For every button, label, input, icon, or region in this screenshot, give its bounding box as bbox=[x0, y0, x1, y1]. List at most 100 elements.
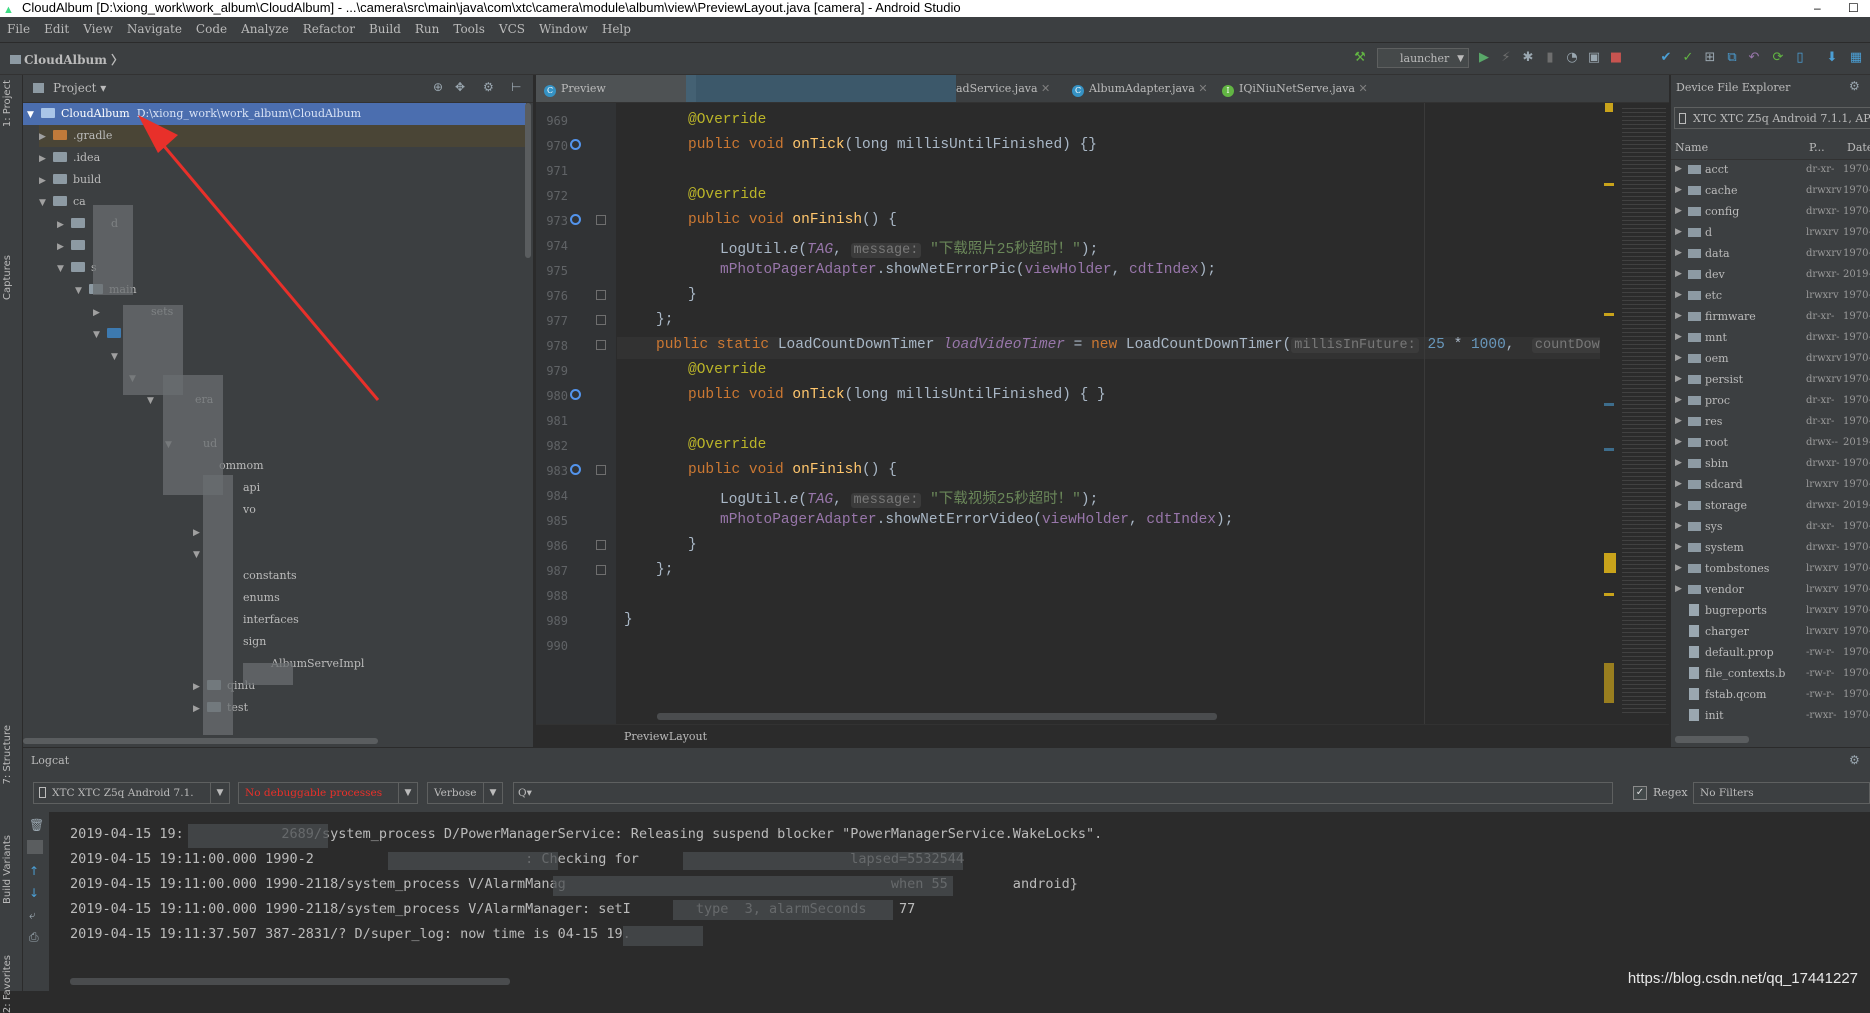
device-file-row[interactable]: ▶ dev drwxr- 2019- bbox=[1671, 264, 1870, 285]
tab-albumadapter[interactable]: C AlbumAdapter.java ✕ bbox=[1072, 75, 1208, 102]
code-editor[interactable]: @Override public void onTick(long millis… bbox=[617, 103, 1600, 724]
chevron-right-icon[interactable]: ▶ bbox=[1675, 201, 1682, 222]
fold-icon[interactable] bbox=[596, 290, 606, 300]
device-file-row[interactable]: ▶ system drwxr- 1970- bbox=[1671, 537, 1870, 558]
project-view-select[interactable]: Project ▾ bbox=[53, 81, 106, 95]
device-file-row[interactable]: ▶ acct dr-xr- 1970- bbox=[1671, 159, 1870, 180]
target-icon[interactable]: ⊕ bbox=[433, 80, 443, 94]
vcs-history-icon[interactable]: ⧉ bbox=[1724, 50, 1740, 66]
menu-run[interactable]: Run bbox=[408, 17, 447, 42]
attach-debugger-icon[interactable]: ▣ bbox=[1586, 50, 1602, 66]
menu-vcs[interactable]: VCS bbox=[492, 17, 532, 42]
chevron-right-icon[interactable]: ▶ bbox=[1675, 285, 1682, 306]
menu-file[interactable]: File bbox=[0, 17, 37, 42]
override-marker-icon[interactable] bbox=[570, 214, 581, 225]
horizontal-scrollbar[interactable] bbox=[1675, 736, 1749, 743]
tree-item[interactable]: ▶ .idea bbox=[39, 147, 100, 169]
menu-refactor[interactable]: Refactor bbox=[296, 17, 362, 42]
device-file-row[interactable]: ▶ vendor lrwxrv 1970- bbox=[1671, 579, 1870, 600]
chevron-right-icon[interactable]: ▶ bbox=[1675, 474, 1682, 495]
tab-captures[interactable]: Captures bbox=[2, 255, 13, 300]
tab-preview[interactable]: C Preview bbox=[536, 75, 696, 102]
tree-item[interactable]: constants bbox=[183, 565, 297, 587]
menu-code[interactable]: Code bbox=[189, 17, 234, 42]
vcs-compare-icon[interactable]: ⊞ bbox=[1702, 50, 1718, 66]
chevron-right-icon[interactable]: ▶ bbox=[1675, 369, 1682, 390]
device-file-row[interactable]: ▶ d lrwxrv 1970- bbox=[1671, 222, 1870, 243]
fold-icon[interactable] bbox=[596, 540, 606, 550]
breadcrumb[interactable]: CloudAlbum 〉 bbox=[10, 51, 123, 68]
override-marker-icon[interactable] bbox=[570, 464, 581, 475]
device-file-row[interactable]: ▶ res dr-xr- 1970- bbox=[1671, 411, 1870, 432]
menu-tools[interactable]: Tools bbox=[446, 17, 492, 42]
device-file-row[interactable]: bugreports lrwxrv 1970- bbox=[1671, 600, 1870, 621]
profile-icon[interactable]: ◔ bbox=[1564, 50, 1580, 66]
chevron-right-icon[interactable]: ▶ bbox=[1675, 306, 1682, 327]
debug-icon[interactable]: ✱ bbox=[1520, 50, 1536, 66]
device-file-row[interactable]: default.prop -rw-r- 1970- bbox=[1671, 642, 1870, 663]
build-hammer-icon[interactable]: ⚒ bbox=[1352, 50, 1368, 66]
run-configuration-select[interactable]: launcher ▼ bbox=[1377, 48, 1469, 68]
tab-iqiniunetserve[interactable]: I IQiNiuNetServe.java ✕ bbox=[1222, 75, 1368, 102]
device-file-row[interactable]: ▶ config drwxr- 1970- bbox=[1671, 201, 1870, 222]
device-file-row[interactable]: ▶ root drwx-- 2019- bbox=[1671, 432, 1870, 453]
device-file-row[interactable]: init -rwxr- 1970- bbox=[1671, 705, 1870, 726]
chevron-right-icon[interactable]: ▶ bbox=[1675, 516, 1682, 537]
chevron-right-icon[interactable]: ▶ bbox=[1675, 159, 1682, 180]
menu-analyze[interactable]: Analyze bbox=[234, 17, 296, 42]
chevron-right-icon[interactable]: ▶ bbox=[1675, 222, 1682, 243]
device-file-row[interactable]: ▶ mnt drwxr- 1970- bbox=[1671, 327, 1870, 348]
run-icon[interactable]: ▶ bbox=[1476, 50, 1492, 66]
chevron-right-icon[interactable]: ▶ bbox=[1675, 327, 1682, 348]
column-name[interactable]: Name bbox=[1675, 141, 1708, 154]
tab-build-variants[interactable]: Build Variants bbox=[2, 835, 13, 904]
chevron-right-icon[interactable]: ▶ bbox=[1675, 495, 1682, 516]
tree-item[interactable]: ▼ bbox=[93, 323, 127, 345]
chevron-right-icon[interactable]: ▶ bbox=[1675, 243, 1682, 264]
arrow-up-icon[interactable]: ↑ bbox=[29, 864, 39, 878]
tree-item[interactable]: ▶ bbox=[57, 235, 91, 257]
device-file-row[interactable]: ▶ sys dr-xr- 1970- bbox=[1671, 516, 1870, 537]
menu-build[interactable]: Build bbox=[362, 17, 408, 42]
close-icon[interactable]: ✕ bbox=[1358, 82, 1367, 95]
chevron-right-icon[interactable]: ▶ bbox=[1675, 558, 1682, 579]
hide-panel-icon[interactable]: ⊢ bbox=[511, 80, 521, 94]
editor-minimap[interactable] bbox=[1602, 103, 1668, 718]
soft-wrap-icon[interactable]: ⤶ bbox=[29, 908, 36, 923]
chevron-right-icon[interactable]: ▶ bbox=[1675, 264, 1682, 285]
maximize-button[interactable]: ☐ bbox=[1848, 0, 1859, 16]
column-permissions[interactable]: P... bbox=[1809, 141, 1825, 154]
tree-item[interactable]: ▼s bbox=[57, 257, 97, 279]
menu-window[interactable]: Window bbox=[532, 17, 595, 42]
device-file-row[interactable]: fstab.qcom -rw-r- 1970- bbox=[1671, 684, 1870, 705]
gear-icon[interactable]: ⚙ bbox=[1849, 79, 1860, 93]
logcat-process-select[interactable]: No debuggable processes ▼ bbox=[238, 782, 418, 804]
horizontal-scrollbar[interactable] bbox=[23, 738, 378, 744]
tab-project[interactable]: 1: Project bbox=[2, 80, 13, 127]
device-file-row[interactable]: ▶ sbin drwxr- 1970- bbox=[1671, 453, 1870, 474]
gear-icon[interactable]: ⚙ bbox=[1849, 753, 1860, 767]
breadcrumb-class[interactable]: PreviewLayout bbox=[624, 730, 707, 743]
clear-logcat-icon[interactable]: 🗑 bbox=[29, 818, 44, 832]
fold-icon[interactable] bbox=[596, 465, 606, 475]
gear-icon[interactable]: ⚙ bbox=[483, 80, 494, 94]
menu-view[interactable]: View bbox=[76, 17, 120, 42]
chevron-right-icon[interactable]: ▶ bbox=[1675, 411, 1682, 432]
device-file-row[interactable]: charger lrwxrv 1970- bbox=[1671, 621, 1870, 642]
revert-icon[interactable]: ↶ bbox=[1746, 50, 1762, 66]
fold-icon[interactable] bbox=[596, 340, 606, 350]
column-date[interactable]: Date bbox=[1847, 141, 1870, 154]
tab-adservice[interactable]: adService.java ✕ bbox=[956, 75, 1050, 102]
device-file-row[interactable]: ▶ tombstones lrwxrv 1970- bbox=[1671, 558, 1870, 579]
override-marker-icon[interactable] bbox=[570, 139, 581, 150]
device-file-row[interactable]: ▶ persist drwxrv 1970- bbox=[1671, 369, 1870, 390]
sync-gradle-icon[interactable]: ⟳ bbox=[1770, 50, 1786, 66]
menu-edit[interactable]: Edit bbox=[37, 17, 76, 42]
logcat-level-select[interactable]: Verbose ▼ bbox=[427, 782, 503, 804]
tab-structure[interactable]: 7: Structure bbox=[2, 725, 13, 784]
chevron-right-icon[interactable]: ▶ bbox=[1675, 348, 1682, 369]
avd-manager-icon[interactable]: ▯ bbox=[1792, 50, 1808, 66]
apply-changes-icon[interactable]: ⚡ bbox=[1498, 50, 1514, 66]
device-file-row[interactable]: ▶ storage drwxr- 2019- bbox=[1671, 495, 1870, 516]
fold-icon[interactable] bbox=[596, 315, 606, 325]
